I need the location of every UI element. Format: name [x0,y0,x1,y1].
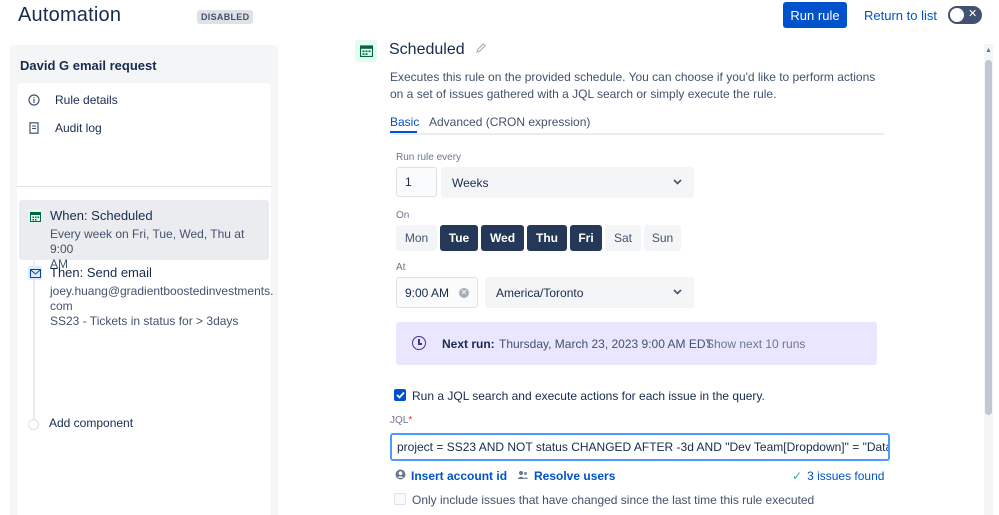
users-icon [517,470,529,483]
day-selector: Mon Tue Wed Thu Fri Sat Sun [396,225,681,251]
document-icon [27,121,41,135]
trigger-config-panel: Scheduled Executes this rule on the prov… [355,38,980,515]
run-rule-button[interactable]: Run rule [783,2,847,28]
jql-search-checkbox-label: Run a JQL search and execute actions for… [412,389,765,403]
calendar-icon [28,209,42,223]
user-icon [395,469,406,483]
edit-pencil-icon[interactable] [475,42,487,57]
day-toggle-mon[interactable]: Mon [396,225,437,251]
jql-query-input[interactable]: project = SS23 AND NOT status CHANGED AF… [390,433,890,461]
return-to-list-link[interactable]: Return to list [864,8,937,23]
day-toggle-sun[interactable]: Sun [644,225,681,251]
toggle-knob [950,8,964,22]
next-run-banner: Next run: Thursday, March 23, 2023 9:00 … [396,322,877,365]
day-toggle-tue[interactable]: Tue [440,225,478,251]
day-toggle-sat[interactable]: Sat [605,225,641,251]
component-description: joey.huang@gradientboostedinvestments. c… [50,284,273,329]
sidebar-item-label: Audit log [55,121,102,135]
scroll-up-arrow[interactable]: ▲ [985,47,992,54]
day-toggle-thu[interactable]: Thu [527,225,567,251]
run-every-label: Run rule every [396,152,462,163]
timezone-select[interactable]: America/Toronto [485,277,694,308]
chevron-down-icon [673,177,682,188]
component-description-line: joey.huang@gradientboostedinvestments. [50,284,274,298]
add-component-button[interactable]: Add component [49,416,133,430]
select-value: America/Toronto [496,285,584,300]
issues-found-label: 3 issues found [807,469,885,483]
schedule-tabs: Basic Advanced (CRON expression) [390,113,884,135]
link-label: Resolve users [534,469,616,483]
next-run-label: Next run: [442,337,495,351]
resolve-users-link[interactable]: Resolve users [517,469,615,483]
day-toggle-wed[interactable]: Wed [481,225,524,251]
tab-advanced-cron[interactable]: Advanced (CRON expression) [429,115,590,129]
check-icon: ✓ [792,469,803,483]
calendar-icon [355,40,377,62]
only-changed-checkbox-label: Only include issues that have changed si… [412,493,815,507]
top-header: Automation DISABLED Run rule Return to l… [0,0,999,34]
jql-field-label: JQL* [390,415,412,426]
issues-found-link[interactable]: ✓ 3 issues found [792,469,884,483]
sidebar-item-label: Rule details [55,93,118,107]
sidebar-item-audit-log[interactable]: Audit log [27,121,102,135]
jql-search-checkbox[interactable] [394,389,406,401]
time-value: 9:00 AM [405,285,450,300]
clear-icon[interactable]: ✕ [459,288,469,298]
run-every-interval-input[interactable]: 1 [396,167,437,197]
component-then-send-email[interactable]: Then: Send email joey.huang@gradientboos… [19,263,273,333]
component-when-scheduled[interactable]: When: Scheduled Every week on Fri, Tue, … [19,200,269,271]
jql-label-text: JQL [390,415,409,426]
at-label: At [396,262,406,273]
insert-account-id-link[interactable]: Insert account id [395,469,507,483]
info-icon [27,93,41,107]
next-run-value: Thursday, March 23, 2023 9:00 AM EDT [499,337,713,351]
component-description-line: Every week on Fri, Tue, Wed, Thu at 9:00 [50,227,245,256]
chevron-down-icon [673,287,682,298]
rule-enabled-toggle[interactable]: ✕ [948,6,982,24]
component-title: Then: Send email [50,265,152,280]
component-description-line: com [50,299,73,313]
show-next-runs-link[interactable]: Show next 10 runs [706,337,805,351]
run-every-unit-select[interactable]: Weeks [441,167,694,198]
tab-basic[interactable]: Basic [390,115,419,129]
day-toggle-fri[interactable]: Fri [570,225,602,251]
rule-name: David G email request [20,58,157,73]
sidebar-item-rule-details[interactable]: Rule details [27,93,118,107]
on-label: On [396,210,410,221]
divider [17,186,271,187]
close-icon: ✕ [968,8,978,20]
page-title: Automation [18,4,122,26]
select-value: Weeks [452,175,489,190]
link-label: Insert account id [411,469,508,483]
trigger-title: Scheduled [389,41,465,58]
status-badge: DISABLED [197,10,254,24]
only-changed-checkbox[interactable] [394,493,406,505]
clock-icon [412,336,426,350]
email-icon [28,266,42,280]
component-title: When: Scheduled [50,208,153,223]
active-tab-indicator [390,131,417,133]
rule-component-list: Rule details Audit log When: Scheduled E… [17,83,273,515]
scrollbar-thumb[interactable] [985,60,992,415]
add-component-dot [28,419,39,430]
trigger-description: Executes this rule on the provided sched… [390,70,876,101]
required-marker: * [408,415,413,426]
rule-sidebar: David G email request Rule details Audit… [10,45,278,515]
component-description-line: SS23 - Tickets in status for > 3days [50,314,239,328]
